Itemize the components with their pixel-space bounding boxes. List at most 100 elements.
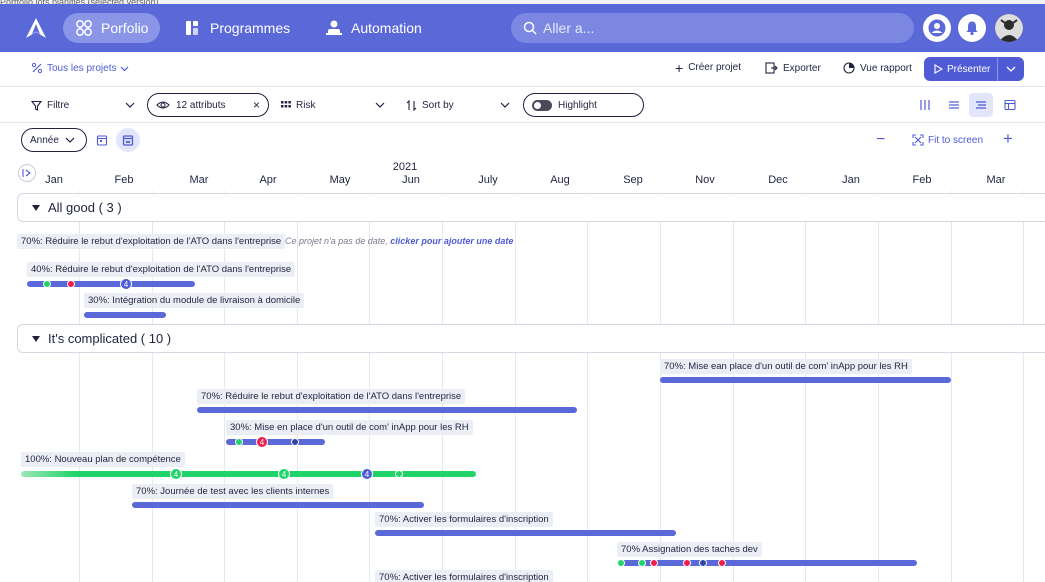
filter-bar: Filtre 12 attributs × Risk Sort by Highl…: [0, 87, 1045, 123]
bell-icon: [966, 21, 978, 36]
create-project-button[interactable]: + Créer projet: [675, 61, 741, 75]
notifications-button[interactable]: [958, 14, 986, 42]
project-label[interactable]: 100%: Nouveau plan de compétence: [21, 452, 185, 467]
milestone-dot[interactable]: [395, 470, 403, 478]
group-header-all-good[interactable]: All good ( 3 ): [17, 193, 1045, 222]
chevron-down-icon: [375, 102, 385, 108]
filter-dropdown[interactable]: Filtre: [31, 93, 141, 117]
group-header-its-complicated[interactable]: It's complicated ( 10 ): [17, 324, 1045, 353]
period-selector[interactable]: Année: [21, 128, 87, 152]
milestone-dot[interactable]: [650, 559, 658, 567]
fit-to-screen-button[interactable]: Fit to screen: [912, 134, 983, 146]
project-label[interactable]: 70%: Mise ean place d'un outil de com' i…: [660, 359, 912, 374]
report-icon: [843, 62, 855, 74]
project-bar[interactable]: [27, 281, 195, 287]
scope-selector[interactable]: Tous les projets: [31, 62, 129, 74]
month-label: Jan: [45, 174, 63, 186]
milestone-dot[interactable]: [638, 559, 646, 567]
project-bar[interactable]: [132, 502, 424, 508]
milestone-dot[interactable]: [67, 280, 75, 288]
project-label[interactable]: 30%: Mise en place d'un outil de com' in…: [226, 420, 473, 435]
attributes-pill[interactable]: 12 attributs ×: [147, 93, 269, 117]
project-label[interactable]: 70%: Activer les formulaires d'inscripti…: [375, 570, 553, 582]
view-rows-button[interactable]: [942, 93, 966, 117]
percent-icon: [31, 62, 43, 74]
group-label: It's complicated ( 10 ): [48, 331, 172, 346]
month-label: Aug: [550, 174, 570, 186]
month-label: Sep: [623, 174, 643, 186]
view-table-button[interactable]: [998, 93, 1022, 117]
project-label[interactable]: 70%: Réduire le rebut d'exploitation de …: [197, 389, 466, 404]
programmes-icon: [186, 21, 198, 35]
avatar[interactable]: [995, 14, 1023, 42]
calendar-button[interactable]: [90, 128, 114, 152]
user-profile-button[interactable]: [923, 14, 951, 42]
portfolio-icon: [76, 20, 92, 36]
risk-dropdown[interactable]: Risk: [281, 93, 391, 117]
project-bar[interactable]: [84, 312, 166, 318]
milestone-count-badge[interactable]: 4: [120, 278, 132, 290]
sort-dropdown[interactable]: Sort by: [406, 93, 516, 117]
milestone-count-badge[interactable]: 4: [278, 468, 290, 480]
zoom-in-button[interactable]: +: [1003, 129, 1013, 149]
toggle-switch[interactable]: [532, 99, 552, 111]
project-bar[interactable]: [660, 377, 951, 383]
today-button[interactable]: [116, 128, 140, 152]
project-label[interactable]: 70%: Réduire le rebut d'exploitation de …: [17, 234, 286, 249]
month-label: Nov: [695, 174, 715, 186]
year-label: 2021: [392, 161, 418, 173]
fit-to-screen-label: Fit to screen: [928, 134, 984, 146]
create-project-label: Créer projet: [688, 62, 741, 73]
project-bar[interactable]: [375, 530, 676, 536]
app-logo-icon[interactable]: [24, 16, 48, 40]
milestone-count-badge[interactable]: 4: [170, 468, 182, 480]
project-bar[interactable]: [617, 560, 917, 566]
risk-label: Risk: [296, 99, 316, 111]
report-view-button[interactable]: Vue rapport: [843, 62, 912, 74]
add-date-link[interactable]: clicker pour ajouter une date: [390, 236, 513, 246]
milestone-dot[interactable]: [718, 559, 726, 567]
top-navigation-bar: Porfolio Programmes Automation Aller a..…: [0, 4, 1045, 52]
collapse-sidebar-button[interactable]: [18, 164, 36, 182]
robot-icon: [326, 20, 342, 35]
view-timeline-button[interactable]: [969, 93, 993, 117]
project-label[interactable]: 30%: Intégration du module de livraison …: [84, 293, 305, 308]
tab-automation[interactable]: Automation: [313, 13, 434, 43]
tab-portfolio-label: Porfolio: [101, 20, 149, 36]
milestone-count-badge[interactable]: 4: [361, 468, 373, 480]
milestone-dot[interactable]: [43, 280, 51, 288]
tab-automation-label: Automation: [351, 20, 422, 36]
milestone-dot[interactable]: [291, 438, 299, 446]
project-label[interactable]: 70% Assignation des taches dev: [617, 542, 762, 557]
tab-programmes[interactable]: Programmes: [172, 13, 302, 43]
zoom-out-button[interactable]: −: [876, 131, 885, 149]
project-bar[interactable]: [21, 471, 476, 477]
highlight-toggle[interactable]: Highlight: [523, 93, 644, 117]
month-label: July: [478, 174, 498, 186]
month-label: Mar: [986, 174, 1006, 186]
month-label: Apr: [259, 174, 277, 186]
project-label[interactable]: 70%: Activer les formulaires d'inscripti…: [375, 512, 553, 527]
milestone-dot[interactable]: [617, 559, 625, 567]
search-bar[interactable]: Aller a...: [511, 13, 914, 43]
view-columns-button[interactable]: [913, 93, 937, 117]
export-button[interactable]: Exporter: [765, 62, 821, 74]
project-label[interactable]: 70%: Journée de test avec les clients in…: [132, 484, 334, 499]
plus-icon: +: [1003, 129, 1013, 148]
chevron-down-icon: [125, 102, 135, 108]
search-icon: [523, 21, 537, 35]
scope-label: Tous les projets: [47, 62, 117, 74]
grid-dots-icon: [281, 101, 291, 108]
milestone-count-badge[interactable]: 4: [256, 436, 268, 448]
tab-portfolio[interactable]: Porfolio: [63, 13, 161, 43]
period-label: Année: [30, 134, 59, 146]
milestone-dot[interactable]: [699, 559, 707, 567]
project-bar[interactable]: [197, 407, 577, 413]
milestone-dot[interactable]: [683, 559, 691, 567]
present-button[interactable]: Présenter: [924, 57, 1024, 81]
project-label[interactable]: 40%: Réduire le rebut d'exploitation de …: [27, 262, 296, 277]
milestone-dot[interactable]: [235, 438, 243, 446]
sort-label: Sort by: [422, 99, 454, 111]
clear-attributes-icon[interactable]: ×: [253, 98, 260, 112]
present-options-button[interactable]: [997, 57, 1024, 81]
